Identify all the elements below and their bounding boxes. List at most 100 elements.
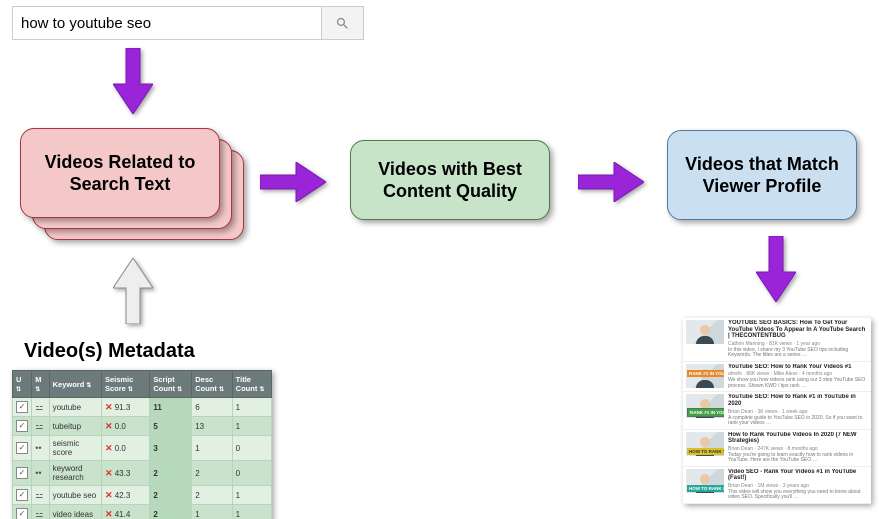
cell-m: •• <box>32 461 49 486</box>
metadata-table: U ⇅ M ⇅ Keyword ⇅ Seismic Score ⇅ Script… <box>12 370 272 519</box>
cell-desc: 1 <box>192 436 232 461</box>
metadata-label: Video(s) Metadata <box>24 340 195 363</box>
cell-title: 1 <box>232 486 271 505</box>
col-u: U ⇅ <box>13 371 32 398</box>
result-meta: Cathrin Manning · 81K views · 1 year ago <box>728 341 868 347</box>
cell-keyword: seismic score <box>49 436 101 461</box>
col-script: Script Count ⇅ <box>150 371 192 398</box>
result-desc: A complete guide to YouTube SEO in 2020.… <box>728 416 868 427</box>
result-row[interactable]: HOW TO RANK #1 Video SEO - Rank Your Vide… <box>683 467 871 504</box>
cell-title: 0 <box>232 436 271 461</box>
cell-script: 3 <box>150 436 192 461</box>
cell-title: 0 <box>232 461 271 486</box>
search-button[interactable] <box>321 7 363 39</box>
thumbnail-tag: HOW TO RANK #1 <box>687 485 724 492</box>
cell-score: ✕ 91.3 <box>101 398 149 417</box>
cell-u: ✓ <box>13 505 32 519</box>
cell-script: 2 <box>150 461 192 486</box>
cell-u: ✓ <box>13 398 32 417</box>
tree-icon: ⚍ <box>35 509 43 519</box>
table-row: ✓••keyword research✕ 43.3220 <box>13 461 272 486</box>
cell-m: ⚍ <box>32 417 49 436</box>
col-m: M ⇅ <box>32 371 49 398</box>
result-thumbnail: RANK #1 IN YOUTUBE <box>686 394 724 418</box>
checkbox-icon[interactable]: ✓ <box>16 401 28 413</box>
cell-keyword: youtube seo <box>49 486 101 505</box>
cell-m: •• <box>32 436 49 461</box>
checkbox-icon[interactable]: ✓ <box>16 467 28 479</box>
cell-score: ✕ 41.4 <box>101 505 149 519</box>
arrow-related-to-quality <box>260 162 326 202</box>
x-icon: ✕ <box>105 468 113 478</box>
node-viewer-profile-label: Videos that Match Viewer Profile <box>682 153 842 198</box>
result-meta: Brian Dean · 3K views · 1 week ago <box>728 409 868 415</box>
result-title: YouTube SEO: How to Rank Your Videos #1 <box>728 364 868 371</box>
result-title: YOUTUBE SEO BASICS: How To Get Your YouT… <box>728 320 868 340</box>
cell-m: ⚍ <box>32 398 49 417</box>
checkbox-icon[interactable]: ✓ <box>16 489 28 501</box>
cell-desc: 6 <box>192 398 232 417</box>
node-stack-related: Videos Related to Search Text <box>20 128 250 248</box>
result-text: How to Rank YouTube Videos In 2020 (7 NE… <box>728 432 868 464</box>
node-viewer-profile: Videos that Match Viewer Profile <box>667 130 857 220</box>
x-icon: ✕ <box>105 421 113 431</box>
result-title: How to Rank YouTube Videos In 2020 (7 NE… <box>728 432 868 445</box>
tree-icon: •• <box>35 468 41 478</box>
table-row: ✓ •• seismic score✕ 0.0310 <box>13 436 272 461</box>
cell-keyword: video ideas <box>49 505 101 519</box>
result-desc: We show you how videos rank using our 3 … <box>728 378 868 389</box>
result-text: YouTube SEO: How to Rank #1 in YouTube i… <box>728 394 868 426</box>
cell-desc: 13 <box>192 417 232 436</box>
tree-icon: •• <box>35 443 41 453</box>
result-title: YouTube SEO: How to Rank #1 in YouTube i… <box>728 394 868 407</box>
arrow-quality-to-profile <box>578 162 644 202</box>
table-row: ✓⚍youtube✕ 91.31161 <box>13 398 272 417</box>
result-row[interactable]: RANK #1 IN YOUTUBE YouTube SEO: How to Ra… <box>683 362 871 393</box>
search-results-list: YOUTUBE SEO BASICS: How To Get Your YouT… <box>683 318 871 504</box>
metadata-table-header-row: U ⇅ M ⇅ Keyword ⇅ Seismic Score ⇅ Script… <box>13 371 272 398</box>
cell-m: ⚍ <box>32 505 49 519</box>
col-score: Seismic Score ⇅ <box>101 371 149 398</box>
cell-u: ✓ <box>13 486 32 505</box>
thumbnail-tag: HOW TO RANK YOUTUBE VIDEOS <box>687 448 724 455</box>
cell-score: ✕ 43.3 <box>101 461 149 486</box>
cell-score: ✕ 0.0 <box>101 436 149 461</box>
result-desc: This video will show you everything you … <box>728 490 868 501</box>
table-row: ✓⚍video ideas✕ 41.4211 <box>13 505 272 519</box>
search-icon <box>335 16 350 31</box>
cell-desc: 2 <box>192 461 232 486</box>
cell-u: ✓ <box>13 417 32 436</box>
cell-title: 1 <box>232 398 271 417</box>
tree-icon: ⚍ <box>35 490 43 500</box>
cell-u: ✓ <box>13 436 32 461</box>
cell-desc: 1 <box>192 505 232 519</box>
result-row[interactable]: YOUTUBE SEO BASICS: How To Get Your YouT… <box>683 318 871 362</box>
thumbnail-tag: RANK #1 IN YOUTUBE <box>687 370 724 377</box>
result-desc: Today you're going to learn exactly how … <box>728 453 868 464</box>
node-content-quality: Videos with Best Content Quality <box>350 140 550 220</box>
cell-score: ✕ 0.0 <box>101 417 149 436</box>
checkbox-icon[interactable]: ✓ <box>16 442 28 454</box>
checkbox-icon[interactable]: ✓ <box>16 420 28 432</box>
tree-icon: ⚍ <box>35 402 43 412</box>
result-thumbnail <box>686 320 724 344</box>
result-text: YOUTUBE SEO BASICS: How To Get Your YouT… <box>728 320 868 359</box>
result-row[interactable]: HOW TO RANK YOUTUBE VIDEOS How to Rank Yo… <box>683 430 871 467</box>
cell-u: ✓ <box>13 461 32 486</box>
cell-title: 1 <box>232 505 271 519</box>
table-row: ✓⚍youtube seo✕ 42.3221 <box>13 486 272 505</box>
arrow-profile-to-results <box>756 236 796 302</box>
result-row[interactable]: RANK #1 IN YOUTUBE YouTube SEO: How to Ra… <box>683 392 871 429</box>
cell-keyword: tubeitup <box>49 417 101 436</box>
x-icon: ✕ <box>105 402 113 412</box>
search-bar <box>12 6 364 40</box>
node-content-quality-label: Videos with Best Content Quality <box>365 158 535 203</box>
node-videos-related-label: Videos Related to Search Text <box>35 151 205 196</box>
node-videos-related: Videos Related to Search Text <box>20 128 220 218</box>
search-input[interactable] <box>13 7 321 39</box>
result-title: Video SEO - Rank Your Videos #1 in YouTu… <box>728 469 868 482</box>
arrow-search-to-related <box>113 48 153 114</box>
checkbox-icon[interactable]: ✓ <box>16 508 28 519</box>
result-text: Video SEO - Rank Your Videos #1 in YouTu… <box>728 469 868 501</box>
cell-keyword: youtube <box>49 398 101 417</box>
